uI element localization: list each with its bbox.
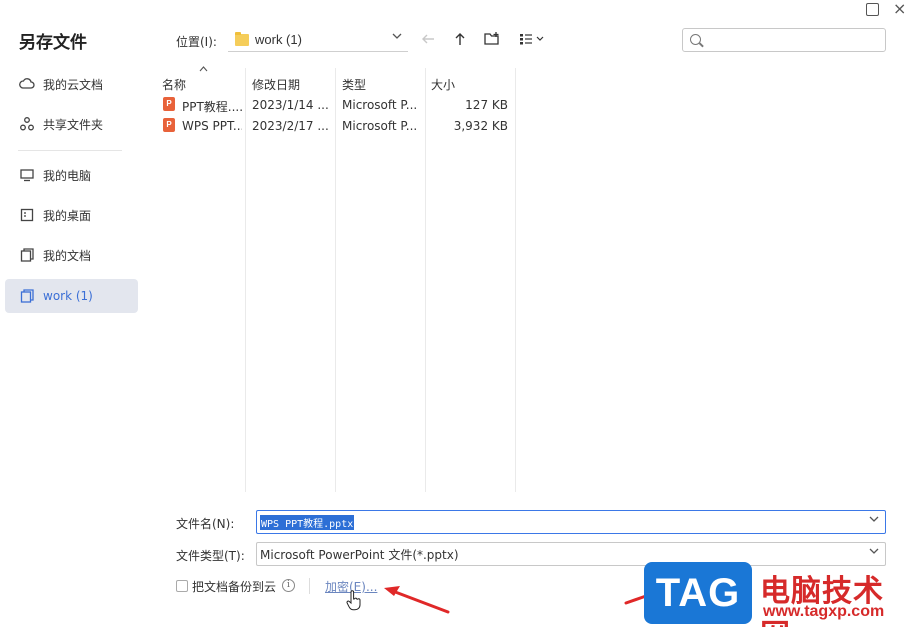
location-dropdown[interactable]: work (1) [228, 28, 408, 52]
sidebar-item-shared-folder[interactable]: 共享文件夹 [5, 107, 138, 141]
documents-icon [19, 247, 35, 263]
sidebar-item-my-documents[interactable]: 我的文档 [5, 238, 138, 272]
annotation-arrow [384, 586, 450, 614]
search-icon [690, 34, 701, 45]
backup-to-cloud-label[interactable]: 把文档备份到云 [192, 578, 276, 595]
location-label: 位置(I): [176, 35, 217, 49]
up-folder-button[interactable] [451, 31, 469, 49]
sidebar-item-label: 共享文件夹 [43, 117, 104, 132]
backup-to-cloud-checkbox[interactable] [176, 580, 188, 592]
ppt-file-icon: P [163, 118, 175, 132]
sidebar-item-my-computer[interactable]: 我的电脑 [5, 158, 138, 192]
share-icon [19, 116, 35, 132]
view-mode-button[interactable] [518, 31, 548, 49]
file-name: WPS PPT.... [182, 119, 242, 133]
folder-icon [19, 288, 35, 304]
column-header-size[interactable]: 大小 [431, 76, 455, 93]
file-date: 2023/2/17 ... [252, 119, 329, 133]
new-folder-button[interactable] [483, 31, 501, 49]
location-value: work (1) [255, 32, 302, 47]
file-type: Microsoft P... [342, 119, 418, 133]
sidebar-item-label: 我的电脑 [43, 168, 92, 183]
monitor-icon [19, 167, 35, 183]
close-button[interactable]: × [893, 1, 906, 17]
chevron-down-icon [392, 31, 402, 44]
sort-ascending-icon [199, 64, 208, 75]
back-button[interactable] [419, 31, 437, 49]
sidebar-item-label: work (1) [43, 289, 93, 303]
file-size: 127 KB [465, 98, 508, 112]
arrow-left-icon [422, 34, 434, 44]
filetype-value: Microsoft PowerPoint 文件(*.pptx) [260, 547, 459, 562]
watermark-url: www.tagxp.com [763, 603, 885, 620]
ppt-file-icon: P [163, 97, 175, 111]
divider [309, 578, 310, 594]
filetype-label: 文件类型(T): [176, 549, 245, 563]
filename-value: WPS PPT教程.pptx [260, 514, 355, 530]
cloud-icon [19, 76, 35, 92]
sidebar-item-work-1[interactable]: work (1) [5, 279, 138, 313]
dialog-title: 另存文件 [19, 33, 87, 53]
sidebar-item-my-desktop[interactable]: 我的桌面 [5, 198, 138, 232]
filename-label: 文件名(N): [176, 517, 235, 531]
file-row[interactable]: P WPS PPT.... 2023/2/17 ... Microsoft P.… [155, 116, 516, 136]
file-name: PPT教程.... [182, 100, 242, 114]
column-header-name[interactable]: 名称 [162, 76, 186, 93]
maximize-button[interactable] [866, 3, 879, 16]
column-header-type[interactable]: 类型 [342, 76, 366, 93]
file-row[interactable]: P PPT教程.... 2023/1/14 ... Microsoft P...… [155, 95, 516, 115]
watermark-logo: TAG [644, 562, 752, 624]
search-input[interactable] [682, 28, 886, 52]
sidebar: 另存文件 我的云文档 共享文件夹 我的电脑 我的桌面 我的文档 work (1) [0, 0, 146, 627]
filetype-select[interactable]: Microsoft PowerPoint 文件(*.pptx) [256, 542, 886, 566]
sidebar-item-label: 我的文档 [43, 248, 92, 263]
file-type: Microsoft P... [342, 98, 418, 112]
info-icon[interactable]: i [282, 579, 295, 592]
sidebar-item-label: 我的云文档 [43, 77, 104, 92]
sidebar-item-label: 我的桌面 [43, 208, 92, 223]
arrow-up-icon [455, 33, 465, 45]
desktop-icon [19, 207, 35, 223]
list-view-icon [520, 34, 544, 45]
chevron-down-icon [869, 546, 879, 559]
file-date: 2023/1/14 ... [252, 98, 329, 112]
new-folder-icon [484, 32, 499, 45]
sidebar-divider [18, 150, 122, 151]
column-header-date[interactable]: 修改日期 [252, 76, 300, 93]
filename-input[interactable]: WPS PPT教程.pptx [256, 510, 886, 534]
sidebar-item-cloud-docs[interactable]: 我的云文档 [5, 67, 138, 101]
hand-cursor-icon [346, 590, 361, 611]
file-size: 3,932 KB [453, 119, 508, 133]
chevron-down-icon[interactable] [869, 514, 879, 527]
folder-icon [235, 31, 249, 46]
file-list: 名称 修改日期 类型 大小 P PPT教程.... 2023/1/14 ... … [155, 68, 516, 492]
